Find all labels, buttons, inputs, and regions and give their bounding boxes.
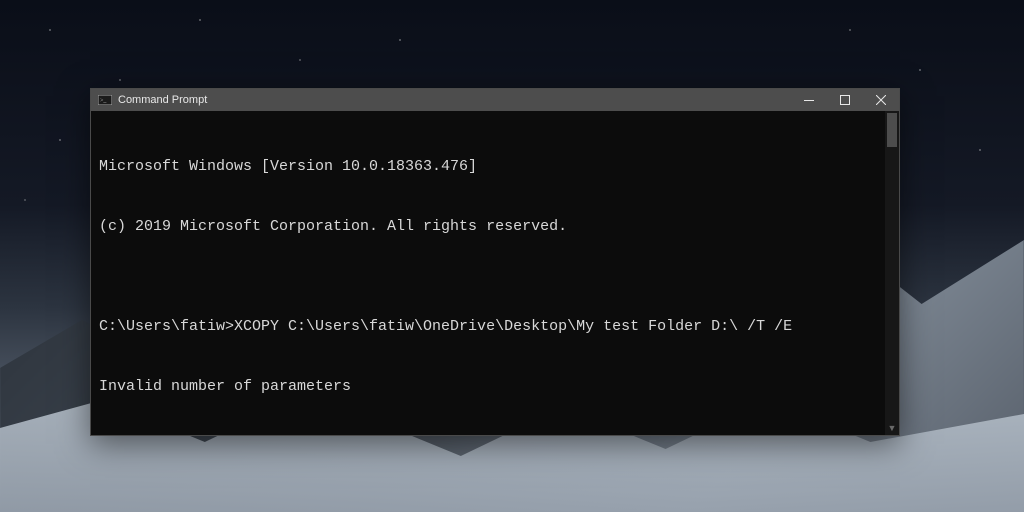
terminal-line: Invalid number of parameters: [99, 377, 891, 397]
titlebar[interactable]: >_ Command Prompt: [91, 89, 899, 111]
terminal-line: C:\Users\fatiw>XCOPY C:\Users\fatiw\OneD…: [99, 317, 891, 337]
terminal-line: Microsoft Windows [Version 10.0.18363.47…: [99, 157, 891, 177]
minimize-button[interactable]: [791, 89, 827, 111]
scrollbar-thumb[interactable]: [887, 113, 897, 147]
window-title: Command Prompt: [118, 94, 207, 106]
scroll-down-icon[interactable]: ▼: [885, 421, 899, 435]
terminal-output[interactable]: Microsoft Windows [Version 10.0.18363.47…: [91, 111, 899, 435]
close-button[interactable]: [863, 89, 899, 111]
terminal-area: Microsoft Windows [Version 10.0.18363.47…: [91, 111, 899, 435]
svg-text:>_: >_: [100, 98, 107, 104]
cmd-icon: >_: [97, 94, 113, 106]
maximize-button[interactable]: [827, 89, 863, 111]
terminal-line: (c) 2019 Microsoft Corporation. All righ…: [99, 217, 891, 237]
command-prompt-window: >_ Command Prompt Microsoft Windows [Ver…: [90, 88, 900, 436]
vertical-scrollbar[interactable]: ▲ ▼: [885, 111, 899, 435]
